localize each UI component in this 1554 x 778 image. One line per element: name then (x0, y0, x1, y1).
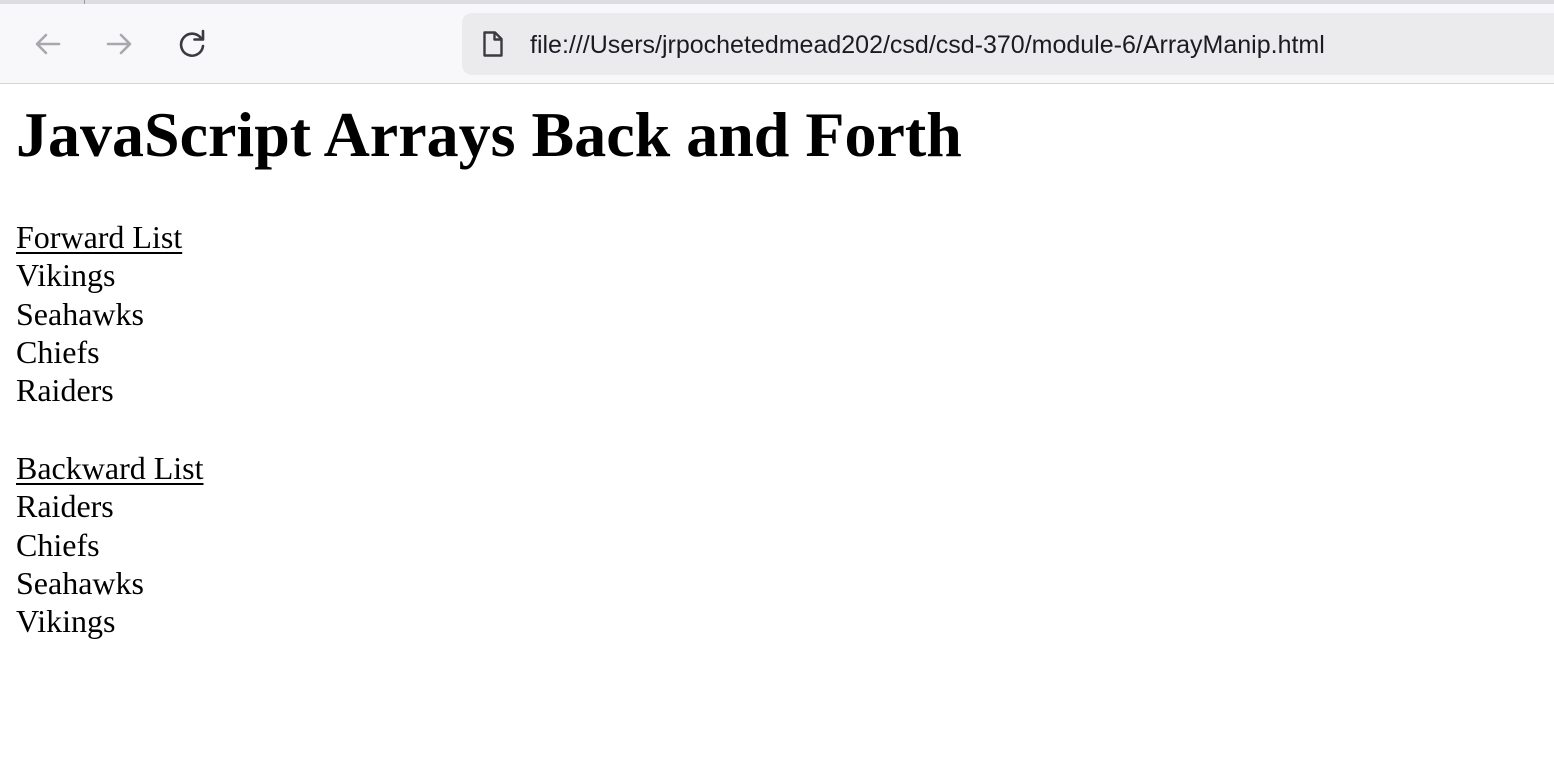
forward-arrow-icon (106, 33, 132, 55)
list-item: Chiefs (16, 333, 100, 370)
back-button[interactable] (28, 24, 68, 64)
list-item: Seahawks (16, 564, 144, 601)
page-title: JavaScript Arrays Back and Forth (16, 99, 962, 170)
file-icon (483, 31, 503, 57)
backward-list-heading: Backward List (16, 450, 204, 486)
tab-strip (0, 0, 1554, 4)
address-bar[interactable]: file:///Users/jrpochetedmead202/csd/csd-… (462, 13, 1554, 75)
forward-list-heading: Forward List (16, 219, 183, 255)
tab-divider (84, 0, 85, 4)
list-item: Raiders (16, 488, 114, 525)
url-text[interactable]: file:///Users/jrpochetedmead202/csd/csd-… (530, 30, 1325, 60)
list-item: Seahawks (16, 295, 144, 332)
list-item: Raiders (16, 372, 114, 409)
list-item: Chiefs (16, 526, 100, 563)
reload-button[interactable] (172, 24, 212, 64)
back-arrow-icon (35, 33, 61, 55)
reload-icon (179, 29, 205, 57)
forward-list: Forward List Vikings Seahawks Chiefs Rai… (16, 218, 182, 409)
browser-toolbar: file:///Users/jrpochetedmead202/csd/csd-… (0, 0, 1554, 84)
list-item: Vikings (16, 257, 116, 294)
page-content: JavaScript Arrays Back and Forth Forward… (0, 85, 1554, 778)
list-item: Vikings (16, 603, 116, 640)
backward-list: Backward List Raiders Chiefs Seahawks Vi… (16, 449, 204, 640)
forward-button[interactable] (99, 24, 139, 64)
